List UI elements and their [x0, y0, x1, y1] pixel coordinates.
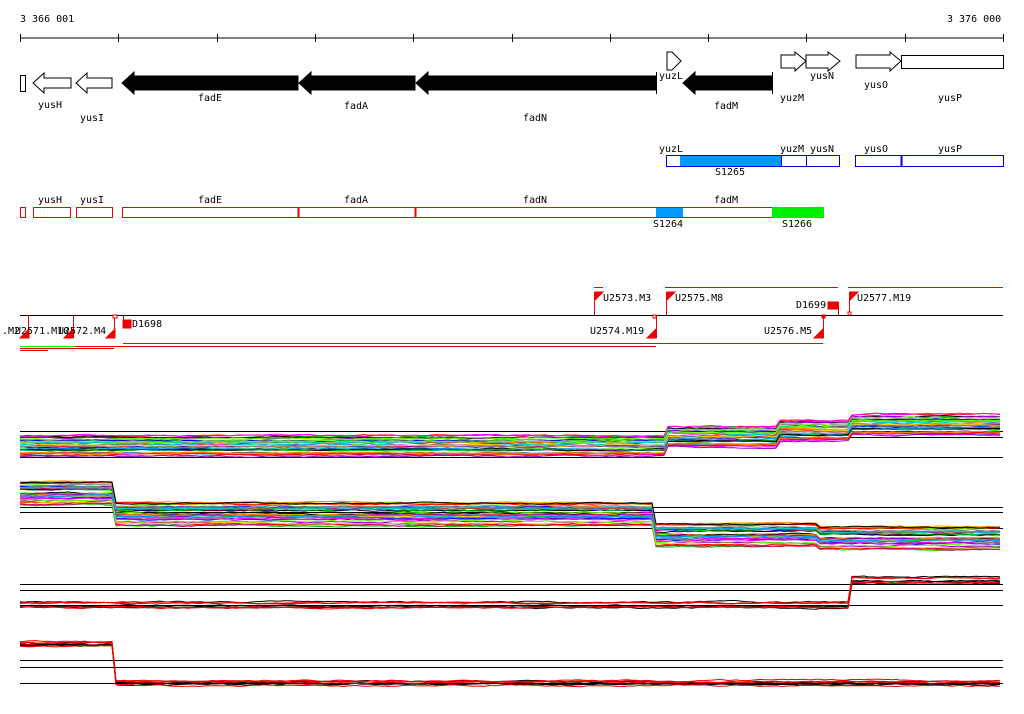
operon-label: yuzL	[658, 144, 684, 155]
gene-yuzM-arrow[interactable]	[780, 50, 807, 73]
feature-label[interactable]: D1699	[796, 301, 826, 311]
feature-label[interactable]: U2573.M3	[603, 294, 651, 304]
feature-label[interactable]: U2572.M4	[58, 327, 106, 337]
expression-profile	[19, 580, 1001, 610]
coordinate-ruler	[20, 34, 1004, 42]
operon-label: fadN	[522, 195, 548, 206]
segment-S1264[interactable]	[656, 208, 683, 217]
feature-label[interactable]: U2575.M8	[675, 294, 723, 304]
feature-label[interactable]: U2577.M19	[857, 294, 911, 304]
gene-label[interactable]: fadA	[344, 102, 368, 112]
operon-label: yusH	[37, 195, 63, 206]
expression-panel	[19, 412, 1003, 458]
gene-fadA-arrow[interactable]	[298, 70, 416, 96]
feature-label[interactable]: U2574.M19	[590, 327, 644, 337]
gene-yusH-arrow[interactable]	[32, 71, 72, 95]
expression-panel	[19, 640, 1003, 688]
ruler-end-label: 3 376 000	[947, 14, 1002, 25]
gene-track	[20, 50, 1004, 96]
operon-label: fadM	[713, 195, 739, 206]
browser-canvas	[18, 34, 1004, 688]
gene-label[interactable]: yuzM	[780, 94, 804, 104]
expression-panel	[19, 575, 1003, 610]
expression-profile	[19, 581, 1001, 610]
expression-profile	[19, 643, 1001, 685]
gene-yusO-arrow[interactable]	[855, 50, 902, 73]
gene-label[interactable]: yusO	[864, 81, 888, 91]
feature-track	[18, 287, 1003, 351]
gene-label[interactable]: fadM	[714, 102, 738, 112]
expression-tracks	[19, 412, 1003, 688]
operon-label: yusN	[809, 144, 835, 155]
segment-label-S1264: S1264	[652, 219, 684, 230]
operon-label: fadE	[197, 195, 223, 206]
segment-S1265[interactable]	[680, 156, 781, 166]
gene-label[interactable]: yusH	[38, 101, 62, 111]
genome-browser: 3 366 001 3 376 000 yusH yusI fadE fadA …	[0, 0, 1024, 714]
expression-profile	[19, 644, 1001, 688]
operon-label: fadA	[343, 195, 369, 206]
gene-yusP-box[interactable]	[901, 55, 1004, 69]
gene-label[interactable]: fadN	[523, 114, 547, 124]
feature-label[interactable]: U2576.M5	[764, 327, 812, 337]
operon-label: yusI	[79, 195, 105, 206]
gene-label[interactable]: fadE	[198, 94, 222, 104]
expression-profile	[19, 640, 1001, 683]
feature-label[interactable]: D1698	[132, 320, 162, 330]
expression-profile	[19, 641, 1000, 685]
segment-label-S1265: S1265	[714, 167, 746, 178]
gene-yusI-arrow[interactable]	[75, 71, 113, 95]
ruler-start-label: 3 366 001	[20, 14, 75, 25]
gene-label[interactable]: yuzL	[658, 72, 684, 82]
gene-fadM-arrow[interactable]	[682, 70, 773, 96]
expression-profile	[19, 643, 1001, 686]
gene-yusN-arrow[interactable]	[805, 51, 841, 73]
expression-profile	[19, 640, 1001, 684]
operon-label: yuzM	[779, 144, 805, 155]
gene-label[interactable]: yusP	[938, 94, 962, 104]
operon-label: yusO	[863, 144, 889, 155]
gene-yuzL-arrow[interactable]	[666, 51, 682, 71]
expression-panel	[19, 480, 1003, 551]
plus-strand-operon-track	[666, 155, 1004, 167]
operon-label: yusP	[937, 144, 963, 155]
segment-label-S1266: S1266	[781, 219, 813, 230]
gene-fadN-arrow[interactable]	[415, 70, 657, 96]
expression-profile	[20, 641, 1001, 684]
expression-profile	[19, 575, 1001, 604]
gene-fadE-arrow[interactable]	[121, 70, 299, 96]
gene-label[interactable]: yusN	[810, 72, 834, 82]
minus-strand-operon-track	[20, 207, 824, 218]
gene-small-box[interactable]	[20, 75, 26, 92]
segment-S1266[interactable]	[772, 207, 824, 218]
gene-label[interactable]: yusI	[80, 114, 104, 124]
